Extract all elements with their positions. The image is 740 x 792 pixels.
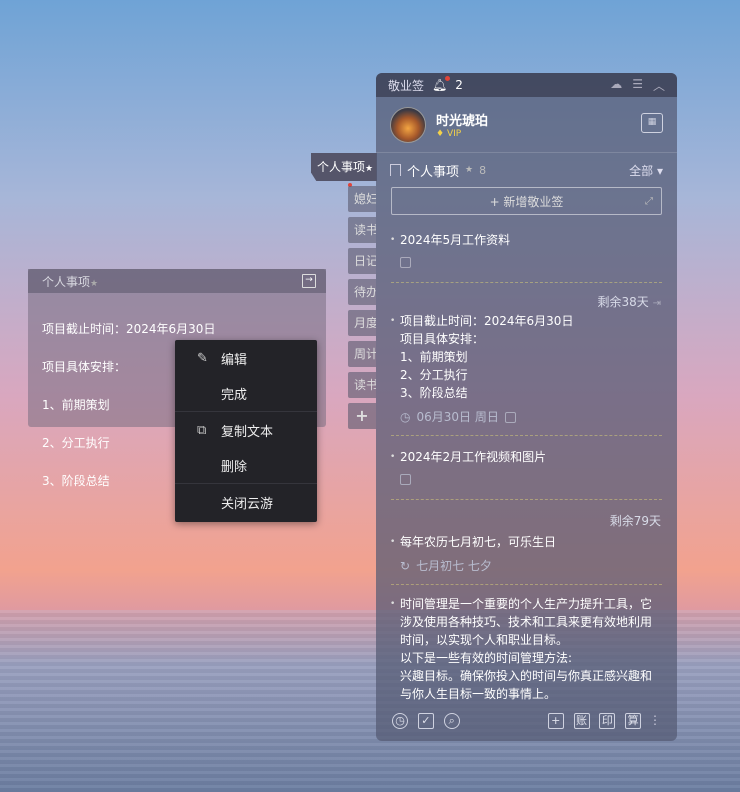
print-button[interactable]: 印 [599,713,616,729]
list-item[interactable]: 时间管理是一个重要的个人生产力提升工具，它 涉及使用各种技巧、技术和工具来更有效… [376,595,677,703]
expand-icon[interactable]: ⤢ [645,196,653,207]
menu-icon[interactable]: ☰ [632,77,643,94]
reminder-date: 06月30日 周日 [416,410,499,424]
bookmark-icon [390,164,401,176]
list-item[interactable]: 每年农历七月初七，可乐生日 ↻七月初七 七夕 [376,533,677,575]
note-line: 项目截止时间：2024年6月30日 [42,322,216,336]
bell-icon[interactable]: 🔔︎ [432,76,451,92]
repeat-date: 七月初七 七夕 [416,559,492,573]
collapse-icon[interactable]: ︿ [653,77,665,94]
days-remaining: 剩余38天 ⇥ [597,295,662,309]
tab-diary[interactable]: 日记 [348,248,376,274]
clock-icon: ◷ [400,410,411,424]
avatar[interactable] [390,106,426,143]
menu-item-edit[interactable]: ✎ 编辑 [175,340,317,376]
note-header[interactable]: 个人事项★ → [28,269,326,293]
add-note-button[interactable]: + 新增敬业签 ⤢ [391,187,662,215]
main-panel: 敬业签 🔔︎ 2 ☁ ☰ ︿ 时光琥珀 ♦ VIP ▦ 个人事项 ★ 8 全部 … [376,73,677,741]
tab-personal[interactable]: 个人事项★ [311,153,377,181]
calculator-button[interactable]: 算 [625,713,642,729]
list-item[interactable]: 2024年5月工作资料 [376,231,677,273]
days-remaining: 剩余79天 [609,514,661,528]
menu-item-close-cloud[interactable]: 关闭云游 [175,484,317,520]
repeat-icon: ↻ [400,559,411,573]
search-icon[interactable]: ⌕ [443,713,460,729]
ledger-button[interactable]: 账 [573,713,590,729]
category-header: 个人事项 ★ 8 全部 ▾ [376,153,677,187]
panel-titlebar: 敬业签 🔔︎ 2 ☁ ☰ ︿ [376,73,677,97]
exit-icon[interactable]: → [302,274,316,288]
attachment-icon[interactable] [400,474,411,485]
attachment-icon[interactable] [504,411,516,423]
edit-icon: ✎ [197,350,208,366]
filter-dropdown[interactable]: 全部 ▾ [629,162,663,179]
tab-reading-2[interactable]: 读书 [348,372,376,398]
cloud-icon[interactable]: ☁ [610,77,622,94]
tab-monthly[interactable]: 月度 [348,310,376,336]
more-icon[interactable]: ⋮ [649,713,661,727]
copy-icon: ⧉ [197,422,207,438]
tab-reading[interactable]: 读书 [348,217,376,243]
app-title: 敬业签 [388,78,425,93]
menu-item-delete[interactable]: 删除 [175,448,317,484]
attachment-icon[interactable] [400,257,411,268]
profile-area: 时光琥珀 ♦ VIP ▦ [376,97,677,153]
menu-item-copy-text[interactable]: ⧉ 复制文本 [175,412,317,448]
tab-wife[interactable]: 媳妇 [348,186,376,212]
vip-badge: ♦ VIP [436,129,462,139]
context-menu: ✎ 编辑 完成 ⧉ 复制文本 删除 关闭云游 [175,340,317,522]
user-name: 时光琥珀 [436,114,489,129]
panel-toolbar: ◷ ✓ ⌕ + 账 印 算 ⋮ [376,701,677,741]
calendar-icon[interactable]: ▦ [641,113,663,133]
tab-todo[interactable]: 待办 [348,279,376,305]
list-item[interactable]: 2024年2月工作视频和图片 [376,448,677,490]
tab-weekly[interactable]: 周计 [348,341,376,367]
add-icon[interactable]: + [547,713,564,729]
notification-count: 2 [455,78,463,92]
clock-icon[interactable]: ◷ [392,713,408,729]
category-name: 个人事项 [407,164,460,180]
category-count: 8 [479,163,487,177]
exit-icon[interactable]: ⇥ [653,298,661,309]
menu-item-complete[interactable]: 完成 [175,376,317,412]
note-title: 个人事项★ [42,274,99,289]
checklist-icon[interactable]: ✓ [417,713,434,729]
list-item[interactable]: 项目截止时间：2024年6月30日 项目具体安排： 1、前期策划 2、分工执行 … [376,312,677,426]
add-tab-button[interactable]: + [348,403,376,429]
